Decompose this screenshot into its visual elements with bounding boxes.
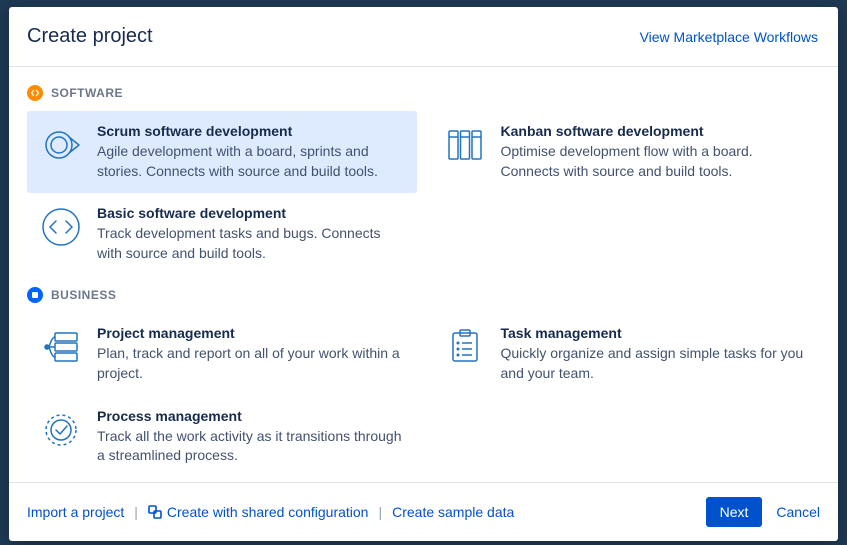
template-desc: Track development tasks and bugs. Connec… bbox=[97, 224, 405, 263]
template-task-management[interactable]: Task management Quickly organize and ass… bbox=[431, 313, 821, 395]
template-basic[interactable]: Basic software development Track develop… bbox=[27, 193, 417, 275]
shared-config-link[interactable]: Create with shared configuration bbox=[148, 504, 369, 520]
scrum-icon bbox=[39, 123, 83, 167]
template-title: Task management bbox=[501, 325, 809, 341]
template-text: Basic software development Track develop… bbox=[97, 205, 405, 263]
next-button[interactable]: Next bbox=[706, 497, 763, 527]
shared-config-text: Create with shared configuration bbox=[167, 504, 369, 520]
template-desc: Quickly organize and assign simple tasks… bbox=[501, 344, 809, 383]
template-project-management[interactable]: Project management Plan, track and repor… bbox=[27, 313, 417, 395]
category-software: SOFTWARE Scrum software development Agil… bbox=[27, 85, 820, 275]
category-label: BUSINESS bbox=[51, 288, 116, 302]
dialog-body: SOFTWARE Scrum software development Agil… bbox=[9, 67, 838, 482]
template-desc: Track all the work activity as it transi… bbox=[97, 427, 405, 466]
template-text: Kanban software development Optimise dev… bbox=[501, 123, 809, 181]
template-title: Basic software development bbox=[97, 205, 405, 221]
template-text: Process management Track all the work ac… bbox=[97, 408, 405, 466]
template-scrum[interactable]: Scrum software development Agile develop… bbox=[27, 111, 417, 193]
sample-data-link[interactable]: Create sample data bbox=[392, 504, 514, 520]
category-header-software: SOFTWARE bbox=[27, 85, 820, 101]
template-title: Project management bbox=[97, 325, 405, 341]
template-desc: Agile development with a board, sprints … bbox=[97, 142, 405, 181]
category-business: BUSINESS Projec bbox=[27, 287, 820, 477]
category-header-business: BUSINESS bbox=[27, 287, 820, 303]
marketplace-workflows-link[interactable]: View Marketplace Workflows bbox=[640, 29, 818, 45]
footer-left: Import a project | Create with shared co… bbox=[27, 504, 514, 520]
separator: | bbox=[134, 504, 138, 520]
template-desc: Optimise development flow with a board. … bbox=[501, 142, 809, 181]
software-category-icon bbox=[27, 85, 43, 101]
kanban-icon bbox=[443, 123, 487, 167]
separator: | bbox=[378, 504, 382, 520]
template-desc: Plan, track and report on all of your wo… bbox=[97, 344, 405, 383]
template-title: Kanban software development bbox=[501, 123, 809, 139]
create-project-dialog: Create project View Marketplace Workflow… bbox=[9, 7, 838, 541]
dialog-header: Create project View Marketplace Workflow… bbox=[9, 7, 838, 67]
dialog-footer: Import a project | Create with shared co… bbox=[9, 482, 838, 541]
category-label: SOFTWARE bbox=[51, 86, 123, 100]
template-text: Task management Quickly organize and ass… bbox=[501, 325, 809, 383]
business-templates: Project management Plan, track and repor… bbox=[27, 313, 820, 477]
software-templates: Scrum software development Agile develop… bbox=[27, 111, 820, 275]
template-text: Project management Plan, track and repor… bbox=[97, 325, 405, 383]
business-category-icon bbox=[27, 287, 43, 303]
template-title: Process management bbox=[97, 408, 405, 424]
shared-config-icon bbox=[148, 505, 162, 519]
template-text: Scrum software development Agile develop… bbox=[97, 123, 405, 181]
project-management-icon bbox=[39, 325, 83, 369]
footer-right: Next Cancel bbox=[706, 497, 820, 527]
template-title: Scrum software development bbox=[97, 123, 405, 139]
process-management-icon bbox=[39, 408, 83, 452]
import-project-link[interactable]: Import a project bbox=[27, 504, 124, 520]
template-kanban[interactable]: Kanban software development Optimise dev… bbox=[431, 111, 821, 193]
task-management-icon bbox=[443, 325, 487, 369]
cancel-button[interactable]: Cancel bbox=[776, 504, 820, 520]
code-icon bbox=[39, 205, 83, 249]
dialog-title: Create project bbox=[27, 25, 153, 48]
template-process-management[interactable]: Process management Track all the work ac… bbox=[27, 396, 417, 478]
